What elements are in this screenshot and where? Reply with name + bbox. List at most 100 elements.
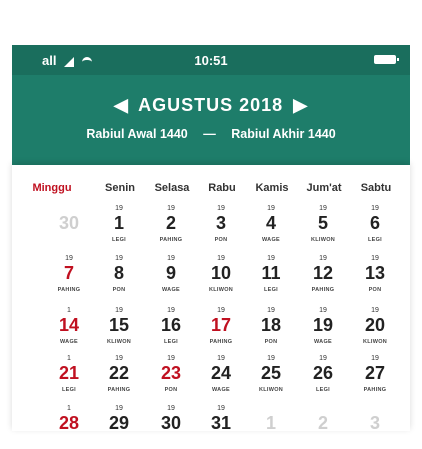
day-cell[interactable]: 19 1 LEGI [96, 205, 142, 249]
day-cell[interactable]: 19 24 WAGE [198, 355, 244, 399]
hijri-day: 19 [217, 307, 225, 314]
hijri-range: Rabiul Awal 1440 — Rabiul Akhir 1440 [12, 127, 410, 141]
day-cell[interactable]: 1 [248, 405, 294, 449]
weekday-0: Minggu [32, 182, 72, 194]
day-number: 14 [58, 315, 80, 335]
pasaran-label: PON [164, 387, 178, 393]
hijri-day: 19 [217, 355, 225, 362]
pasaran-label: PON [264, 339, 278, 345]
day-cell[interactable]: 19 30 [148, 405, 194, 449]
hijri-day: 19 [167, 205, 175, 212]
day-cell[interactable]: 19 23 PON [148, 355, 194, 399]
pasaran-label: KLIWON [208, 287, 234, 293]
status-bar: all 10:51 [12, 45, 410, 75]
day-cell[interactable]: 19 12 PAHING [300, 255, 346, 299]
day-cell[interactable]: 19 5 KLIWON [300, 205, 346, 249]
day-cell[interactable]: 19 13 PON [352, 255, 398, 299]
day-cell[interactable]: 3 [352, 405, 398, 449]
hijri-day: 19 [319, 307, 327, 314]
weekday-header: Minggu Senin Selasa Rabu Kamis Jum'at Sabtu [12, 182, 410, 200]
day-cell[interactable]: 19 4 WAGE [248, 205, 294, 249]
day-cell[interactable]: 2 [300, 405, 346, 449]
day-cell[interactable]: 1 14 WAGE [46, 307, 92, 351]
day-cell[interactable]: 19 31 [198, 405, 244, 449]
pasaran-label: WAGE [313, 339, 332, 345]
day-number: 25 [260, 363, 282, 383]
day-cell[interactable]: 19 16 LEGI [148, 307, 194, 351]
hijri-day: 19 [65, 255, 73, 262]
day-cell[interactable]: 1 21 LEGI [46, 355, 92, 399]
prev-month-icon[interactable]: ◀ [110, 95, 133, 116]
pasaran-label: LEGI [111, 237, 127, 243]
day-cell[interactable]: 19 26 LEGI [300, 355, 346, 399]
pasaran-label: KLIWON [106, 339, 132, 345]
day-cell[interactable]: 19 11 LEGI [248, 255, 294, 299]
hijri-day: 19 [319, 255, 327, 262]
day-cell[interactable]: 19 29 [96, 405, 142, 449]
weekday-3: Rabu [208, 182, 236, 194]
day-cell[interactable]: 19 10 KLIWON [198, 255, 244, 299]
day-cell[interactable]: 19 15 KLIWON [96, 307, 142, 351]
weekday-5: Jum'at [306, 182, 342, 194]
next-month-icon[interactable]: ▶ [289, 95, 312, 116]
pasaran-label: KLIWON [310, 237, 336, 243]
day-number: 30 [58, 213, 80, 233]
day-number: 3 [215, 213, 226, 233]
hijri-day: 19 [217, 255, 225, 262]
day-number: 2 [165, 213, 176, 233]
day-cell[interactable]: 19 27 PAHING [352, 355, 398, 399]
day-cell[interactable]: 19 9 WAGE [148, 255, 194, 299]
pasaran-label: PAHING [311, 287, 335, 293]
hijri-day: 19 [115, 205, 123, 212]
hijri-day: 19 [267, 307, 275, 314]
pasaran-label: WAGE [261, 237, 280, 243]
hijri-day: 19 [217, 405, 225, 412]
day-cell[interactable]: 19 22 PAHING [96, 355, 142, 399]
hijri-day: 19 [319, 205, 327, 212]
weekday-6: Sabtu [360, 182, 392, 194]
hijri-day: 1 [67, 405, 71, 412]
day-cell[interactable]: 19 18 PON [248, 307, 294, 351]
day-cell[interactable]: 19 7 PAHING [46, 255, 92, 299]
hijri-day: 19 [371, 307, 379, 314]
hijri-day: 19 [167, 355, 175, 362]
hijri-day: 19 [167, 307, 175, 314]
day-number: 17 [210, 315, 232, 335]
day-cell[interactable]: 19 17 PAHING [198, 307, 244, 351]
pasaran-label: KLIWON [258, 387, 284, 393]
day-number: 24 [210, 363, 232, 383]
day-number: 1 [113, 213, 124, 233]
day-number: 19 [312, 315, 334, 335]
day-cell[interactable]: 19 2 PAHING [148, 205, 194, 249]
day-cell[interactable]: 30 [46, 205, 92, 249]
day-number: 20 [364, 315, 386, 335]
weekday-4: Kamis [255, 182, 289, 194]
day-cell[interactable]: 19 19 WAGE [300, 307, 346, 351]
hijri-day: 19 [371, 255, 379, 262]
day-cell[interactable]: 19 6 LEGI [352, 205, 398, 249]
day-cell[interactable]: 19 3 PON [198, 205, 244, 249]
day-number: 16 [160, 315, 182, 335]
pasaran-label: LEGI [61, 387, 77, 393]
day-number: 27 [364, 363, 386, 383]
hijri-day: 19 [115, 355, 123, 362]
pasaran-label: PON [214, 237, 228, 243]
day-number: 5 [317, 213, 328, 233]
day-cell[interactable]: 19 20 KLIWON [352, 307, 398, 351]
hijri-dash: — [203, 127, 216, 141]
day-number: 6 [369, 213, 380, 233]
day-cell[interactable]: 1 28 [46, 405, 92, 449]
hijri-day: 19 [267, 255, 275, 262]
hijri-day: 19 [115, 405, 123, 412]
pasaran-label: KLIWON [362, 339, 388, 345]
day-cell[interactable]: 19 8 PON [96, 255, 142, 299]
weekday-2: Selasa [154, 182, 190, 194]
day-number: 26 [312, 363, 334, 383]
pasaran-label: PAHING [107, 387, 131, 393]
pasaran-label: LEGI [163, 339, 179, 345]
day-cell[interactable]: 19 25 KLIWON [248, 355, 294, 399]
day-number: 23 [160, 363, 182, 383]
day-number: 12 [312, 263, 334, 283]
weekday-1: Senin [105, 182, 135, 194]
hijri-day: 19 [267, 205, 275, 212]
